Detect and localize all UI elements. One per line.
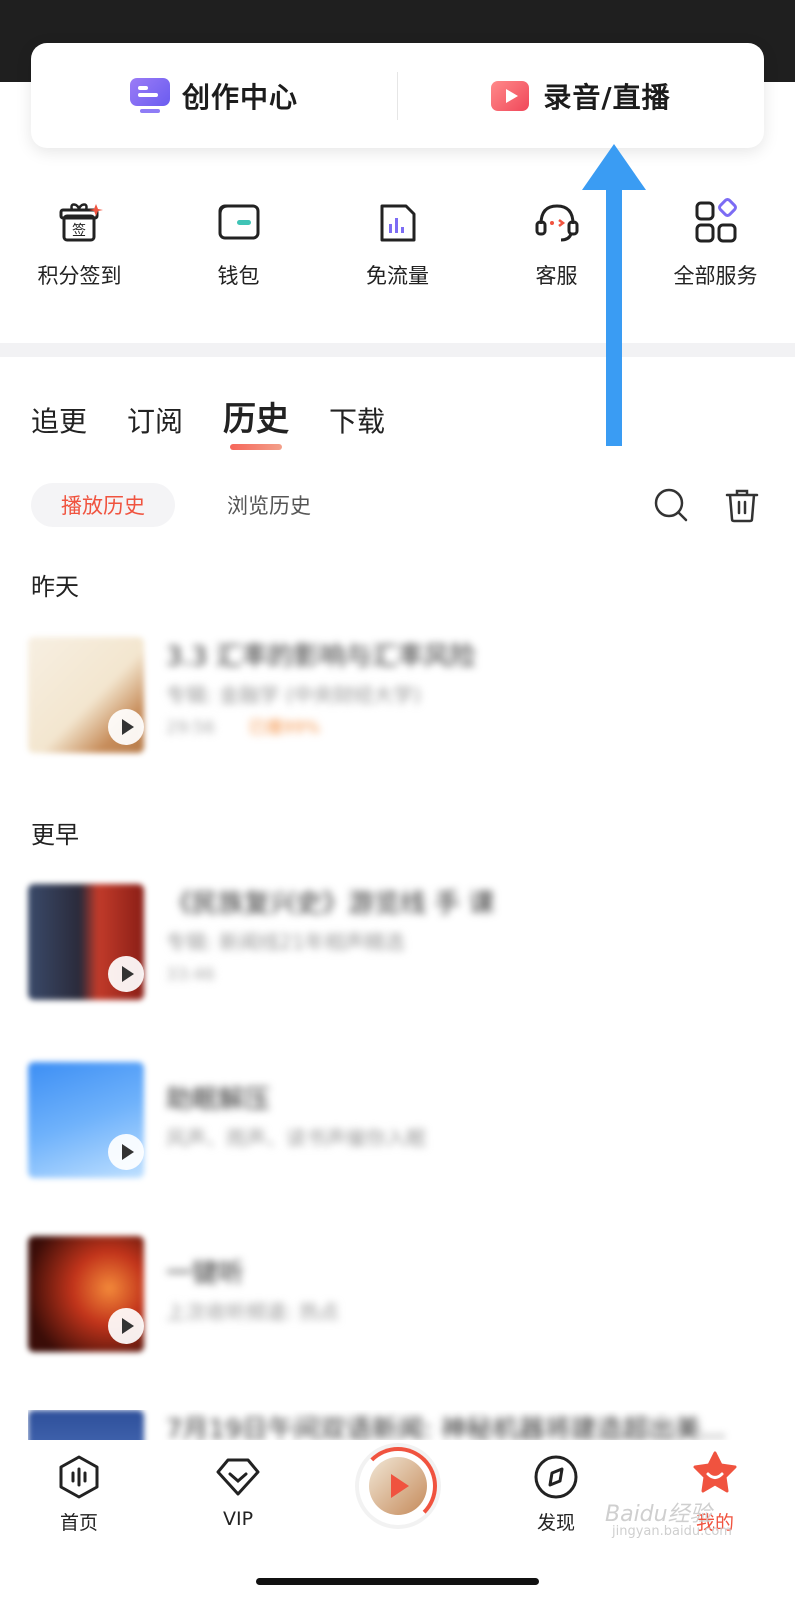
nav-home[interactable]: 首页 [24,1454,134,1535]
item-duration: 33:46 [166,965,215,985]
active-tab-indicator [230,444,283,450]
service-sign-in[interactable]: 签 积分签到 [0,190,159,310]
item-title: 《民族复兴史》游览线 手 课 [166,889,495,919]
service-label: 免流量 [366,264,429,288]
watermark-url: jingyan.baidu.com [612,1524,732,1539]
history-item[interactable]: 《民族复兴史》游览线 手 课 专辑: 新闻线21年相声精选 33:46 [28,884,768,1004]
home-indicator[interactable] [256,1578,539,1585]
section-yesterday: 昨天 [31,573,79,601]
item-title: 一键听 [166,1259,245,1289]
trash-icon[interactable] [724,487,760,523]
discover-icon [534,1455,578,1499]
creator-center-label: 创作中心 [181,80,298,114]
service-label: 钱包 [217,264,260,288]
item-meta: 3.3 汇率的影响与汇率风险 专辑: 金融学 (中央财经大学) 29:56 已播… [166,637,766,743]
history-item[interactable]: 助眠解压 风声、雨声、读书声催你入眠 [28,1062,768,1182]
item-title: 助眠解压 [166,1085,271,1115]
tab-follow-updates[interactable]: 追更 [31,400,87,440]
item-subtitle: 专辑: 新闻线21年相声精选 [166,930,405,954]
history-item[interactable]: 一键听 上次收听频道: 热点 [28,1236,768,1356]
record-live-button[interactable]: 录音/直播 [398,43,764,148]
all-services-icon [695,198,737,243]
history-item[interactable]: 3.3 汇率的影响与汇率风险 专辑: 金融学 (中央财经大学) 29:56 已播… [28,637,768,757]
item-title: 3.3 汇率的影响与汇率风险 [166,642,476,672]
service-label: 全部服务 [673,264,758,288]
tab-subscriptions[interactable]: 订阅 [127,400,183,440]
section-earlier: 更早 [31,821,79,849]
history-subtabs: 播放历史 浏览历史 [31,483,341,527]
nav-vip[interactable]: VIP [183,1454,293,1530]
item-meta: 7月19日午间双语新闻: 神秘机器将建造超出美... [166,1410,766,1440]
item-info: 33:46 [166,960,766,990]
service-label: 客服 [535,264,578,288]
annotation-arrow [582,144,646,446]
history-item[interactable]: 7月19日午间双语新闻: 神秘机器将建造超出美... [28,1410,768,1440]
nav-discover[interactable]: 发现 [501,1454,611,1535]
record-live-label: 录音/直播 [543,80,671,114]
content-tabs: 追更 订阅 历史 下载 [31,392,385,450]
vip-icon [216,1458,260,1496]
tab-downloads[interactable]: 下载 [329,400,385,440]
play-icon [391,1474,409,1498]
service-label: 积分签到 [37,264,122,288]
item-subtitle: 专辑: 金融学 (中央财经大学) [166,683,422,707]
creator-card: 创作中心 录音/直播 [31,43,764,148]
item-title: 7月19日午间双语新闻: 神秘机器将建造超出美... [166,1415,726,1440]
creator-center-icon [129,77,170,114]
play-icon[interactable] [108,956,144,992]
creator-center-button[interactable]: 创作中心 [31,43,397,148]
item-subtitle: 风声、雨声、读书声催你入眠 [166,1126,426,1150]
tab-history[interactable]: 历史 [223,392,290,450]
item-duration: 29:56 [166,718,215,738]
nav-label: 首页 [59,1512,98,1534]
subtab-play-history[interactable]: 播放历史 [31,483,175,527]
service-all[interactable]: 全部服务 [636,190,795,310]
tab-history-label: 历史 [223,399,290,438]
item-info: 29:56 已播99% [166,713,766,743]
section-divider [0,343,795,357]
search-icon[interactable] [653,487,689,523]
item-meta: 《民族复兴史》游览线 手 课 专辑: 新闻线21年相声精选 33:46 [166,884,766,990]
play-icon[interactable] [108,1134,144,1170]
data-free-icon [380,204,415,242]
wallet-icon [218,204,259,240]
nav-label: 发现 [536,1512,575,1534]
play-icon[interactable] [108,709,144,745]
services-row: 签 积分签到 钱包 免流量 客服 全部服务 [0,190,795,310]
service-wallet[interactable]: 钱包 [159,190,318,310]
gift-sign-icon: 签 [59,203,103,242]
now-playing-button[interactable] [359,1447,437,1525]
item-cover [28,1410,144,1440]
item-subtitle: 上次收听频道: 热点 [166,1300,340,1324]
record-live-icon [491,79,531,113]
customer-service-icon [535,204,578,242]
item-progress: 已播99% [248,718,321,738]
item-meta: 助眠解压 风声、雨声、读书声催你入眠 [166,1080,766,1156]
service-data-free[interactable]: 免流量 [318,190,477,310]
home-icon [59,1455,99,1499]
nav-label: VIP [222,1508,254,1530]
mine-icon [693,1451,737,1493]
item-meta: 一键听 上次收听频道: 热点 [166,1254,766,1330]
subtab-browse-history[interactable]: 浏览历史 [197,483,341,527]
play-icon[interactable] [108,1308,144,1344]
svg-text:签: 签 [72,222,86,239]
